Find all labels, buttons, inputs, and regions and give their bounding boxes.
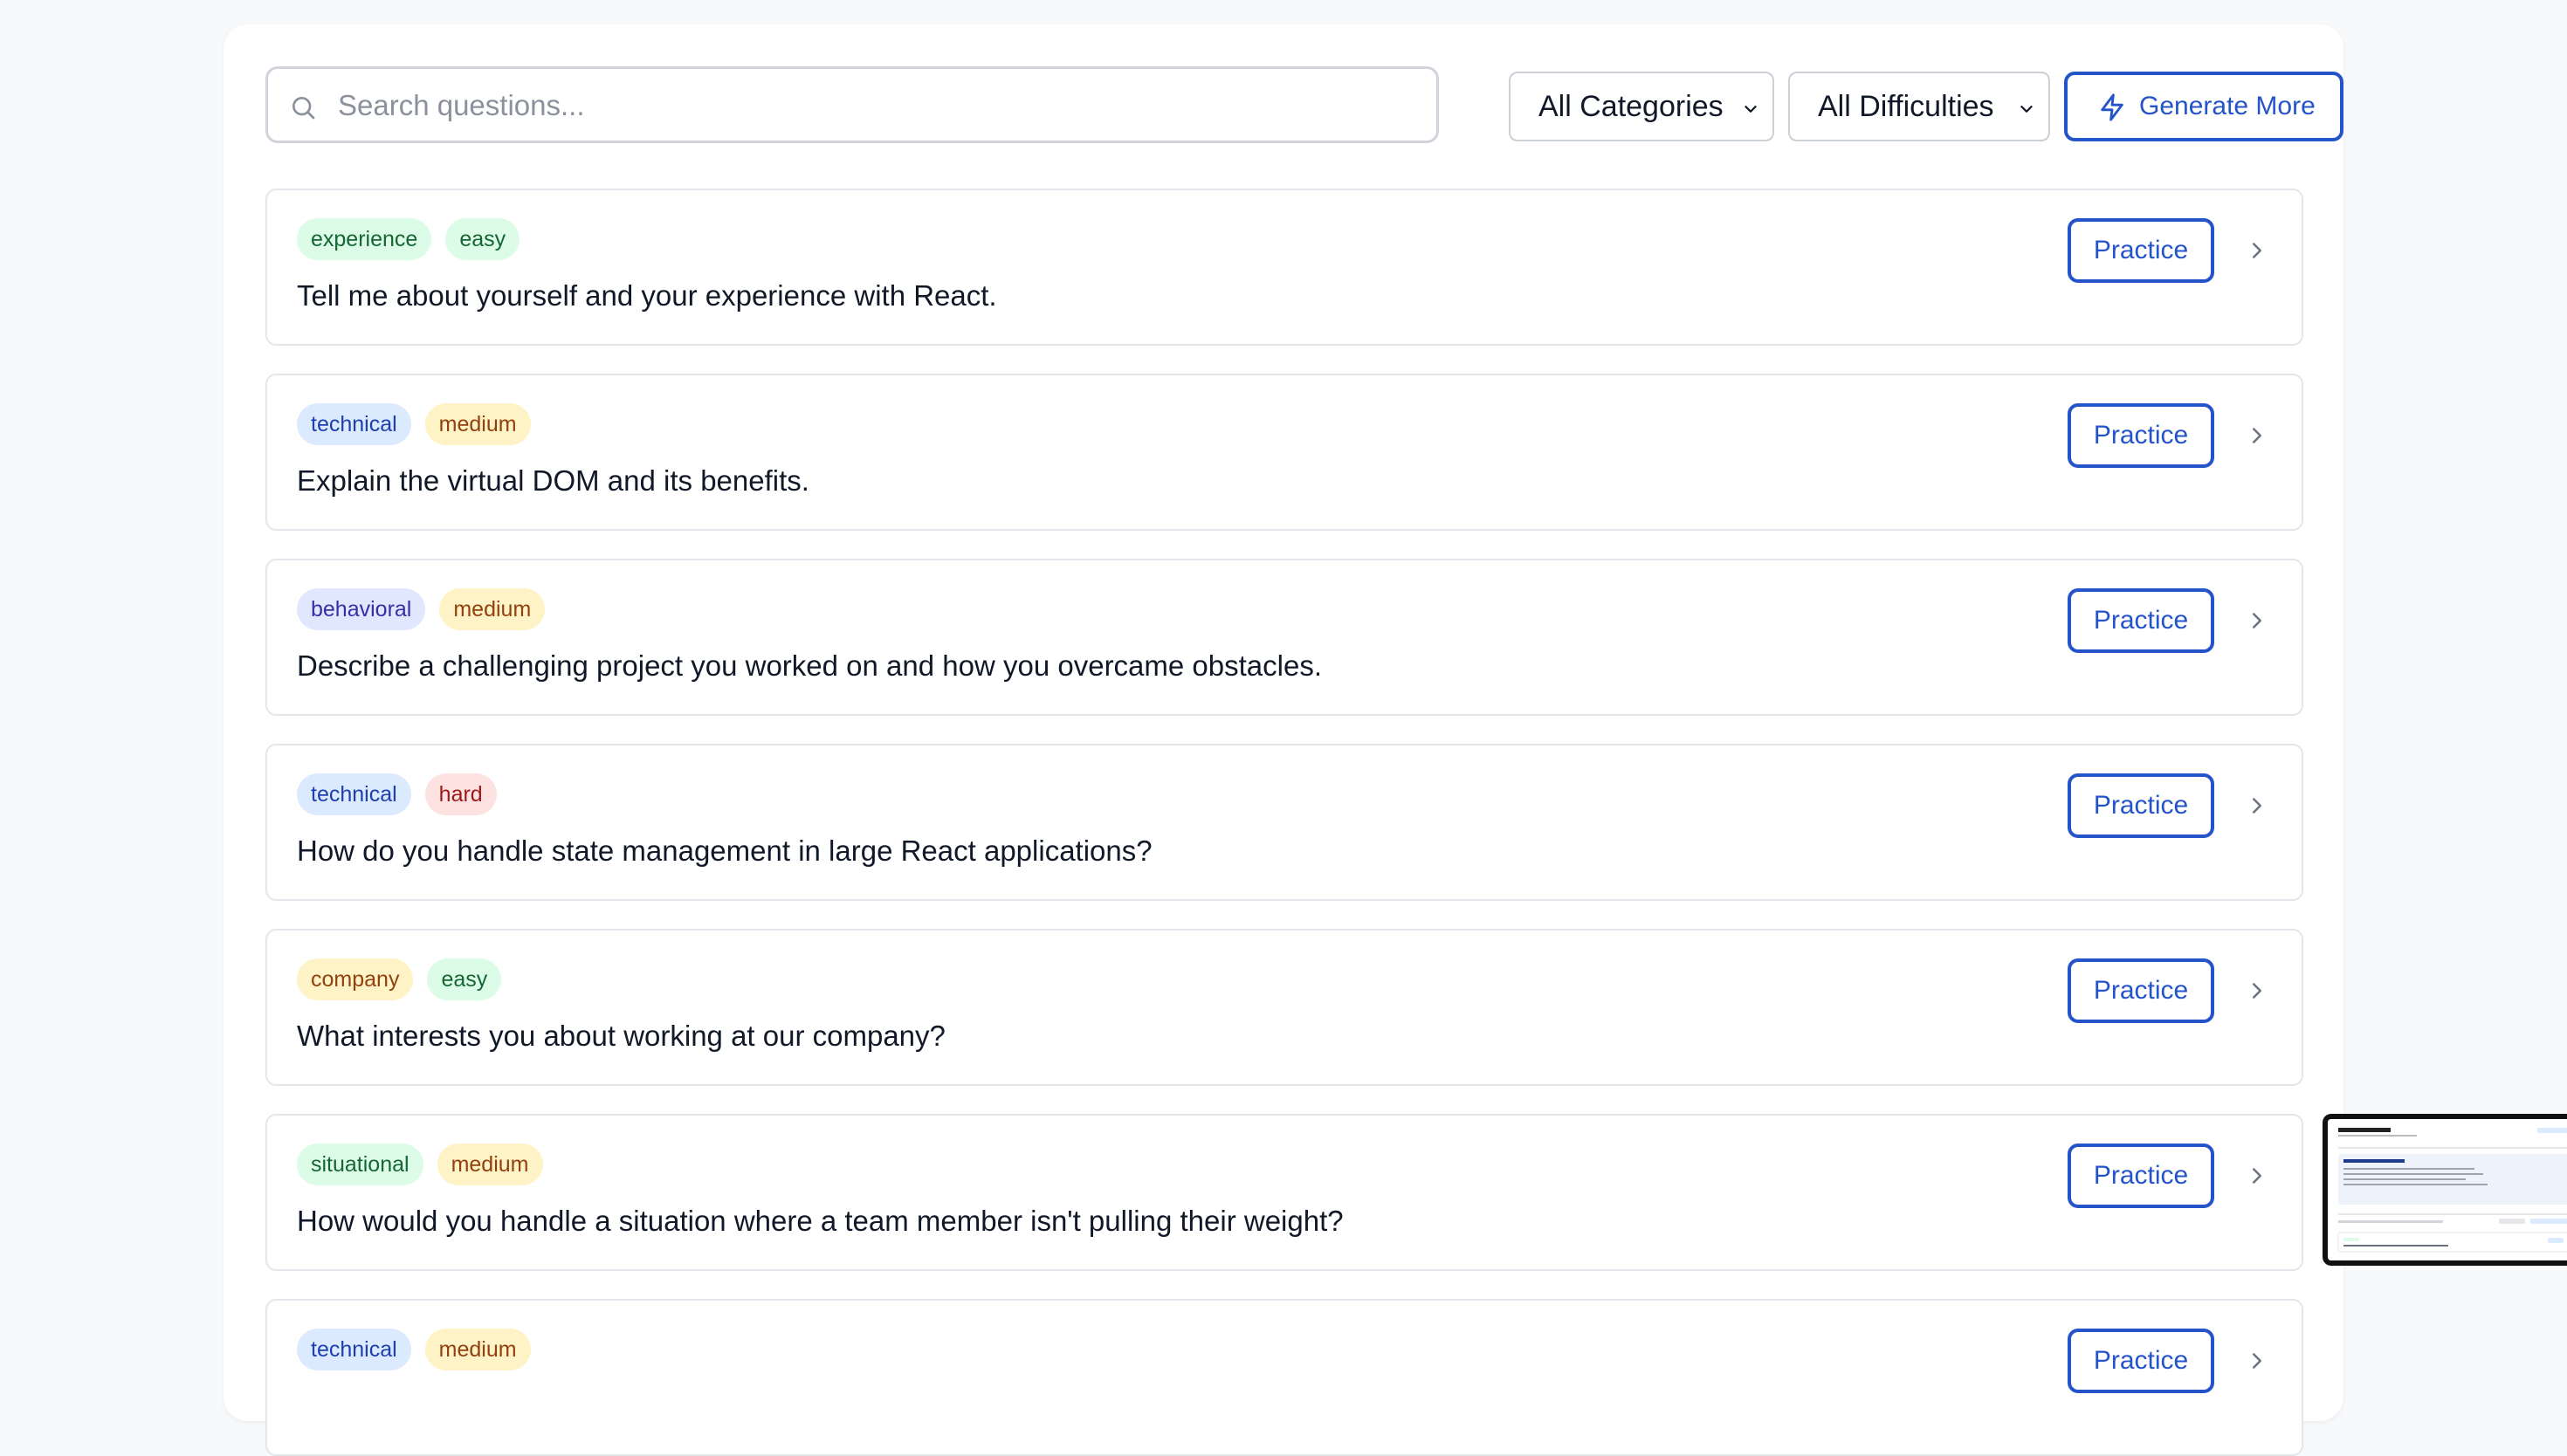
- search-icon: [292, 97, 315, 120]
- practice-button[interactable]: Practice: [2068, 588, 2214, 653]
- difficulty-tag: medium: [437, 1144, 543, 1185]
- screen-preview-image: [2328, 1119, 2567, 1260]
- difficulty-tag: easy: [427, 958, 502, 1000]
- question-tags: situational medium: [297, 1144, 543, 1185]
- practice-button[interactable]: Practice: [2068, 218, 2214, 283]
- category-select-value: All Categories: [1538, 90, 1724, 123]
- category-tag: technical: [297, 403, 411, 445]
- category-tag: company: [297, 958, 414, 1000]
- question-tags: company easy: [297, 958, 502, 1000]
- category-tag: experience: [297, 218, 432, 260]
- difficulty-select[interactable]: All Difficulties: [1788, 72, 2050, 141]
- chevron-down-icon: [1745, 106, 1757, 113]
- difficulty-tag: hard: [424, 773, 497, 815]
- chevron-right-icon[interactable]: [2244, 1348, 2270, 1378]
- generate-more-label: Generate More: [2139, 92, 2316, 120]
- question-text: How would you handle a situation where a…: [297, 1205, 1344, 1237]
- practice-button[interactable]: Practice: [2068, 1329, 2214, 1393]
- category-select[interactable]: All Categories: [1509, 72, 1774, 141]
- difficulty-tag: medium: [439, 588, 546, 630]
- question-card[interactable]: experience easy Tell me about yourself and…: [265, 189, 2303, 346]
- practice-button[interactable]: Practice: [2068, 773, 2214, 838]
- chevron-right-icon[interactable]: [2244, 978, 2270, 1008]
- chevron-right-icon[interactable]: [2244, 608, 2270, 638]
- lightning-icon: [2101, 93, 2123, 121]
- question-card[interactable]: technical hard How do you handle state man…: [265, 744, 2303, 901]
- toolbar: All Categories All Difficulties Generate…: [265, 66, 2343, 147]
- question-text: Tell me about yourself and your experien…: [297, 279, 997, 312]
- question-tags: technical medium: [297, 403, 531, 445]
- chevron-right-icon[interactable]: [2244, 1163, 2270, 1193]
- category-tag: technical: [297, 1329, 411, 1370]
- question-tags: behavioral medium: [297, 588, 546, 630]
- question-text: Explain the virtual DOM and its benefits…: [297, 464, 809, 497]
- category-tag: behavioral: [297, 588, 426, 630]
- preview-sketch: [2328, 1119, 2567, 1260]
- question-tags: technical hard: [297, 773, 497, 815]
- search-input[interactable]: [336, 78, 1419, 134]
- practice-button[interactable]: Practice: [2068, 1144, 2214, 1208]
- question-card[interactable]: behavioral medium Describe a challenging p…: [265, 559, 2303, 716]
- generate-more-button[interactable]: Generate More: [2064, 72, 2343, 141]
- question-card[interactable]: technical medium Explain the virtual DOM a…: [265, 374, 2303, 531]
- chevron-right-icon[interactable]: [2244, 237, 2270, 268]
- question-text: What interests you about working at our …: [297, 1020, 946, 1052]
- practice-button[interactable]: Practice: [2068, 958, 2214, 1023]
- category-tag: situational: [297, 1144, 423, 1185]
- search-box[interactable]: [265, 66, 1439, 143]
- chevron-right-icon[interactable]: [2244, 422, 2270, 453]
- difficulty-tag: medium: [424, 403, 531, 445]
- difficulty-select-value: All Difficulties: [1818, 90, 1994, 123]
- chevron-down-icon: [2020, 106, 2033, 113]
- question-card[interactable]: company easy What interests you about work…: [265, 929, 2303, 1086]
- questions-panel: All Categories All Difficulties Generate…: [224, 24, 2343, 1456]
- chevron-right-icon[interactable]: [2244, 793, 2270, 823]
- difficulty-tag: medium: [424, 1329, 531, 1370]
- question-card[interactable]: situational medium How would you handle a …: [265, 1114, 2303, 1271]
- question-tags: technical medium: [297, 1329, 531, 1370]
- question-text: How do you handle state management in la…: [297, 834, 1153, 867]
- question-card[interactable]: technical medium Practice: [265, 1299, 2303, 1456]
- question-tags: experience easy: [297, 218, 520, 260]
- difficulty-tag: easy: [445, 218, 520, 260]
- screen-preview-thumbnail[interactable]: [2323, 1114, 2567, 1266]
- category-tag: technical: [297, 773, 411, 815]
- practice-button[interactable]: Practice: [2068, 403, 2214, 468]
- question-text: Describe a challenging project you worke…: [297, 649, 1322, 682]
